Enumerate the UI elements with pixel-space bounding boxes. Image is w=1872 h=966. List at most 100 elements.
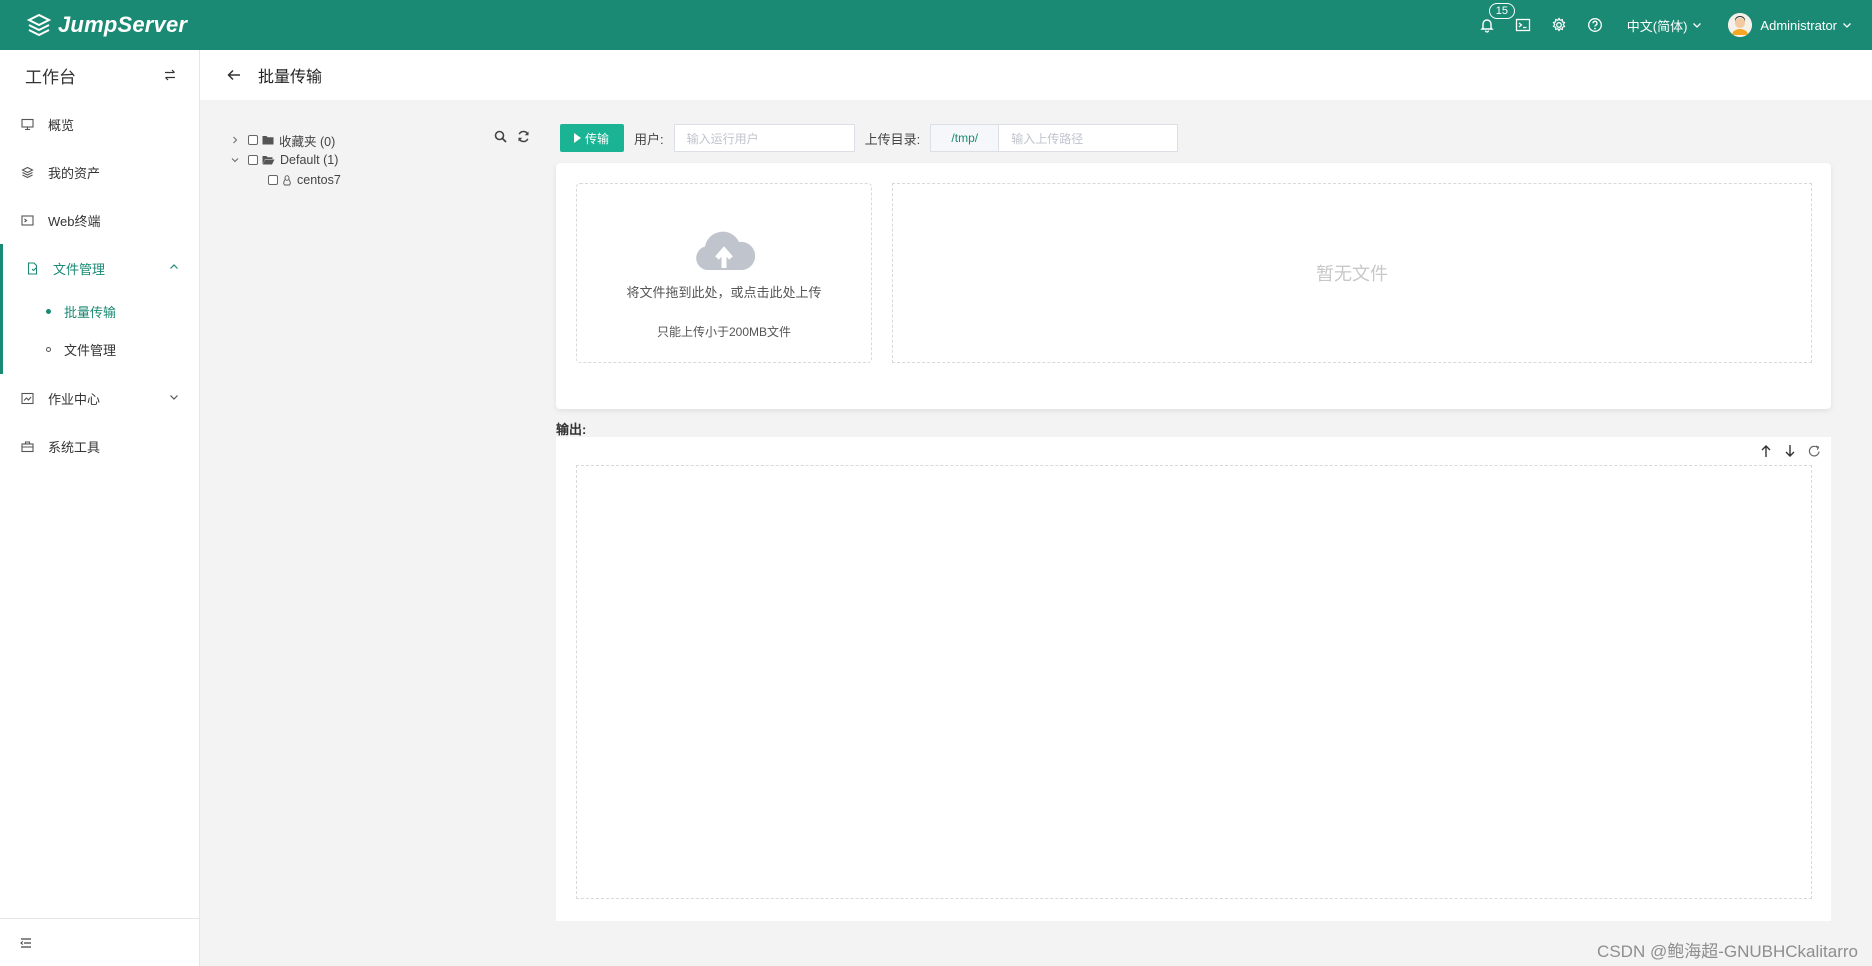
upload-dir-label: 上传目录: bbox=[864, 131, 921, 147]
run-user-input[interactable]: 输入运行用户 bbox=[673, 124, 855, 152]
tree-actions bbox=[494, 130, 530, 143]
chevron-down-icon[interactable] bbox=[228, 156, 242, 164]
tree-node-label: centos7 bbox=[297, 173, 341, 187]
arrow-down-icon bbox=[1785, 445, 1795, 457]
upload-dir-prefix: /tmp/ bbox=[930, 124, 999, 152]
tree-node-checkbox[interactable] bbox=[248, 135, 258, 145]
user-avatar-icon bbox=[1728, 13, 1753, 37]
upload-dropzone[interactable]: 将文件拖到此处，或点击此处上传 只能上传小于200MB文件 bbox=[576, 183, 872, 363]
chevron-down-icon bbox=[170, 395, 178, 400]
cloud-upload-icon bbox=[577, 226, 871, 274]
arrow-up-icon bbox=[1761, 445, 1771, 457]
upload-path-input[interactable]: 输入上传路径 bbox=[998, 124, 1179, 152]
layers-icon bbox=[20, 165, 34, 179]
language-selector[interactable]: 中文(简体) bbox=[1627, 16, 1703, 35]
bell-icon bbox=[1480, 19, 1494, 33]
sidebar-item-label: 我的资产 bbox=[48, 165, 101, 181]
sidebar-item-file-management[interactable]: 文件管理 bbox=[3, 244, 199, 292]
scroll-bottom-button[interactable] bbox=[1784, 444, 1796, 458]
back-button[interactable] bbox=[226, 67, 242, 83]
tree-node-label: Default (1) bbox=[280, 153, 339, 167]
transfer-button[interactable]: 传输 bbox=[560, 124, 625, 152]
sidebar-subitem-label: 文件管理 bbox=[64, 342, 117, 358]
user-menu[interactable]: Administrator bbox=[1728, 13, 1852, 37]
chevron-up-icon bbox=[170, 264, 178, 269]
linux-icon bbox=[282, 174, 292, 186]
tree-node-checkbox[interactable] bbox=[248, 155, 258, 165]
transfer-button-label: 传输 bbox=[585, 131, 610, 146]
avatar bbox=[1728, 13, 1753, 37]
tree-search-button[interactable] bbox=[494, 130, 507, 143]
brand-name: JumpServer bbox=[58, 12, 188, 37]
web-terminal-button[interactable] bbox=[1505, 0, 1541, 50]
jumpserver-logo-icon bbox=[26, 13, 52, 37]
asset-tree: 收藏夹 (0) Default (1) centos7 bbox=[228, 130, 538, 190]
language-label: 中文(简体) bbox=[1626, 18, 1688, 34]
terminal-icon bbox=[1515, 18, 1530, 32]
notifications-button[interactable]: 15 bbox=[1469, 0, 1515, 50]
upload-size-tip: 只能上传小于200MB文件 bbox=[656, 325, 792, 339]
sidebar-item-label: 系统工具 bbox=[48, 439, 101, 455]
bullet-icon bbox=[46, 346, 51, 352]
job-icon bbox=[20, 391, 34, 405]
sidebar-item-label: 概览 bbox=[48, 117, 75, 133]
refresh-icon bbox=[1808, 445, 1820, 457]
chevron-down-icon bbox=[1843, 23, 1851, 28]
tree-node-asset[interactable]: centos7 bbox=[228, 170, 538, 190]
empty-file-text: 暂无文件 bbox=[1316, 264, 1388, 284]
sidebar-item-label: Web终端 bbox=[48, 213, 101, 229]
tree-node-checkbox[interactable] bbox=[268, 175, 278, 185]
gear-icon bbox=[1552, 17, 1566, 32]
workspace-header: 工作台 bbox=[0, 50, 199, 100]
dropzone-text: 将文件拖到此处，或点击此处上传 bbox=[626, 285, 822, 300]
page-title: 批量传输 bbox=[258, 69, 323, 86]
scroll-top-button[interactable] bbox=[1760, 444, 1772, 458]
output-actions bbox=[1760, 444, 1821, 458]
tree-node-default[interactable]: Default (1) bbox=[228, 150, 538, 170]
brand-logo[interactable]: JumpServer bbox=[26, 12, 187, 38]
workspace-title: 工作台 bbox=[25, 67, 76, 87]
sidebar-subitem-file-management[interactable]: 文件管理 bbox=[3, 330, 199, 368]
collapse-menu-icon bbox=[20, 937, 31, 948]
sidebar-item-my-assets[interactable]: 我的资产 bbox=[0, 148, 199, 196]
sidebar-item-label: 文件管理 bbox=[53, 261, 106, 277]
sidebar-item-label: 作业中心 bbox=[48, 391, 101, 407]
tree-node-label: 收藏夹 (0) bbox=[279, 134, 336, 149]
search-icon bbox=[494, 130, 507, 143]
sidebar-item-system-tools[interactable]: 系统工具 bbox=[0, 422, 199, 470]
sidebar: 工作台 概览 我的资产 Web终端 文件管理 批量传输 文件管理 作业中心 系统… bbox=[0, 50, 200, 966]
watermark: CSDN @鲍海超-GNUBHCkalitarro bbox=[1597, 942, 1858, 961]
folder-open-icon bbox=[262, 155, 275, 165]
toolbox-icon bbox=[20, 439, 34, 453]
monitor-icon bbox=[20, 117, 34, 131]
chevron-right-icon[interactable] bbox=[228, 136, 242, 144]
sidebar-item-overview[interactable]: 概览 bbox=[0, 100, 199, 148]
help-button[interactable] bbox=[1577, 0, 1613, 50]
user-label: 用户: bbox=[634, 131, 664, 147]
collapse-sidebar-button[interactable] bbox=[0, 918, 199, 966]
folder-icon bbox=[262, 135, 274, 145]
clear-output-button[interactable] bbox=[1808, 444, 1821, 458]
tree-node-favorites[interactable]: 收藏夹 (0) bbox=[228, 130, 538, 150]
sidebar-subitem-batch-transfer[interactable]: 批量传输 bbox=[3, 292, 199, 330]
file-management-group: 文件管理 批量传输 文件管理 bbox=[0, 244, 199, 374]
top-bar: JumpServer 15 中文(简体) Administrator bbox=[0, 0, 1872, 50]
output-panel bbox=[556, 437, 1831, 921]
tree-refresh-button[interactable] bbox=[517, 130, 530, 143]
page-header: 批量传输 bbox=[200, 50, 1872, 100]
file-icon bbox=[25, 261, 39, 275]
transfer-toolbar: 传输 用户: 输入运行用户 上传目录: /tmp/ 输入上传路径 bbox=[560, 124, 1179, 152]
refresh-icon bbox=[518, 130, 529, 143]
settings-button[interactable] bbox=[1541, 0, 1577, 50]
username: Administrator bbox=[1760, 17, 1837, 33]
help-icon bbox=[1587, 18, 1602, 32]
swap-icon bbox=[165, 69, 175, 81]
switch-view-button[interactable] bbox=[163, 68, 177, 82]
output-area[interactable] bbox=[576, 465, 1812, 899]
bullet-icon bbox=[46, 308, 51, 314]
sidebar-item-job-center[interactable]: 作业中心 bbox=[0, 374, 199, 422]
sidebar-item-web-terminal[interactable]: Web终端 bbox=[0, 196, 199, 244]
arrow-left-icon bbox=[227, 69, 240, 81]
upload-card: 将文件拖到此处，或点击此处上传 只能上传小于200MB文件 暂无文件 bbox=[556, 163, 1831, 409]
play-icon bbox=[574, 133, 581, 143]
